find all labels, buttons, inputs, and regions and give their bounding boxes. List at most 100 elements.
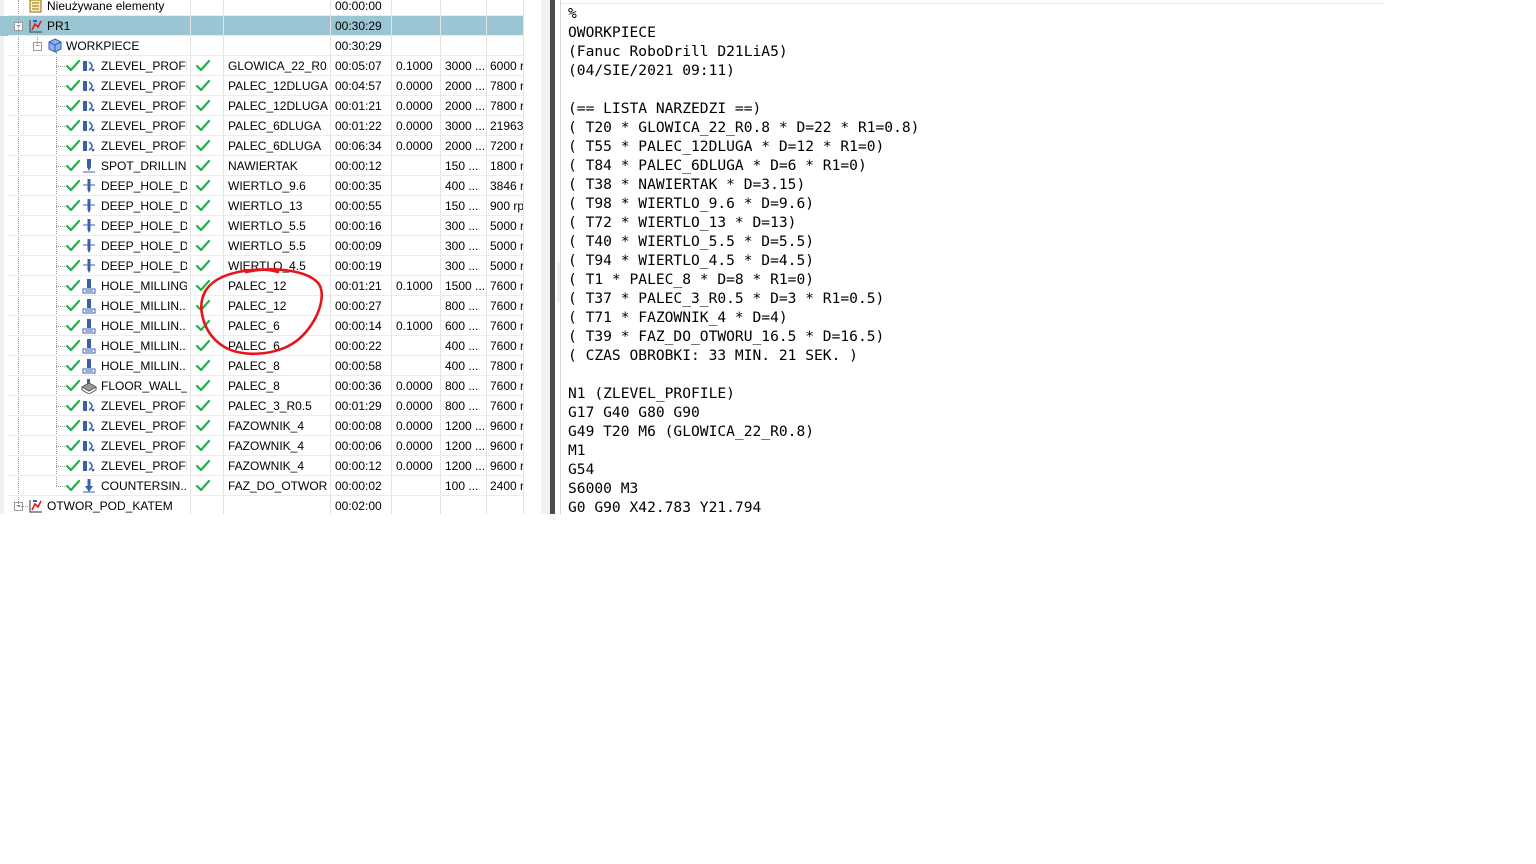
operation-time: 00:01:21 — [335, 279, 382, 293]
nc-code-viewer[interactable]: % OWORKPIECE (Fanuc RoboDrill D21LiA5) (… — [560, 0, 1383, 514]
tree-row-workpiece[interactable]: − WORKPIECE 00:30:29 — [0, 36, 524, 56]
code-line: (04/SIE/2021 09:11) — [568, 62, 735, 79]
operation-time: 00:00:12 — [335, 459, 382, 473]
zlevel-profile-icon — [83, 141, 95, 152]
operation-row[interactable]: SPOT_DRILLING NAWIERTAK 00:00:12 150 ... 180… — [0, 156, 524, 176]
status-check-icon — [65, 439, 81, 452]
operation-row[interactable]: HOLE_MILLIN... PALEC_6 00:00:14 0.1000 600 .… — [0, 316, 524, 336]
operation-row[interactable]: ZLEVEL_PROFI... FAZOWNIK_4 00:00:08 0.0000 1… — [0, 416, 524, 436]
deep-hole-drilling-icon — [83, 259, 95, 273]
operation-row[interactable]: DEEP_HOLE_D... WIERTLO_4.5 00:00:19 300 ...… — [0, 256, 524, 276]
operation-row[interactable]: DEEP_HOLE_D... WIERTLO_5.5 00:00:09 300 ...… — [0, 236, 524, 256]
tree-row-program-otwor[interactable]: − OTWOR_POD_KATEM 00:02:00 — [0, 496, 524, 514]
operation-row[interactable]: ZLEVEL_PROFI... PALEC_6DLUGA 00:06:34 0.000… — [0, 136, 524, 156]
operation-feed: 800 ... — [445, 379, 479, 393]
operation-row[interactable]: HOLE_MILLING PALEC_12 00:01:21 0.1000 1500 .… — [0, 276, 524, 296]
tree-row-program-pr1[interactable]: − PR1 00:30:29 — [0, 16, 524, 36]
operation-row[interactable]: ZLEVEL_PROFI... GLOWICA_22_R0.8 00:05:07 0.… — [0, 56, 524, 76]
status-check-icon — [65, 259, 81, 272]
toolpath-ok-check-icon — [195, 199, 211, 212]
status-check-icon — [65, 379, 81, 392]
toolpath-ok-check-icon — [195, 399, 211, 412]
toolpath-ok-check-icon — [195, 119, 211, 132]
toolpath-ok-check-icon — [195, 159, 211, 172]
operation-stock: 0.1000 — [396, 279, 433, 293]
operation-speed: 2400 rp — [490, 479, 523, 493]
status-check-icon — [65, 279, 81, 292]
pane-splitter[interactable] — [541, 0, 563, 514]
operation-speed: 900 rp — [490, 199, 523, 213]
code-line: % — [568, 5, 577, 22]
operation-row[interactable]: ZLEVEL_PROFI... FAZOWNIK_4 00:00:06 0.0000 1… — [0, 436, 524, 456]
operation-time: 00:00:35 — [335, 179, 382, 193]
operation-name: ZLEVEL_PROFI... — [101, 419, 187, 433]
operation-name: DEEP_HOLE_D... — [101, 179, 187, 193]
operation-time: 00:01:21 — [335, 99, 382, 113]
operation-tool: NAWIERTAK — [228, 159, 298, 173]
code-line: (== LISTA NARZEDZI ==) — [568, 100, 762, 117]
operation-stock: 0.0000 — [396, 439, 433, 453]
operation-stock — [396, 256, 440, 276]
toolpath-ok-check-icon — [195, 359, 211, 372]
operation-speed: 5000 rp — [490, 259, 523, 273]
folder-list-icon — [29, 0, 42, 13]
operation-speed: 3846 rp — [490, 179, 523, 193]
operation-name: HOLE_MILLIN... — [101, 339, 187, 353]
operation-row[interactable]: ZLEVEL_PROFI... PALEC_12DLUGA 00:04:57 0.00… — [0, 76, 524, 96]
operation-speed: 5000 rp — [490, 239, 523, 253]
operation-tool: PALEC_6 — [228, 319, 280, 333]
deep-hole-drilling-icon — [83, 199, 95, 213]
operation-name: ZLEVEL_PROFI... — [101, 399, 187, 413]
operation-time: 00:05:07 — [335, 59, 382, 73]
operation-row[interactable]: FLOOR_WALL_2 PALEC_8 00:00:36 0.0000 800 ...… — [0, 376, 524, 396]
operation-time: 00:04:57 — [335, 79, 382, 93]
operation-row[interactable]: ZLEVEL_PROFI... PALEC_3_R0.5 00:01:29 0.000… — [0, 396, 524, 416]
operation-stock: 0.0000 — [396, 99, 433, 113]
operation-speed: 21963 — [490, 119, 523, 133]
program-name: PR1 — [47, 19, 71, 33]
operation-speed: 9600 rp — [490, 439, 523, 453]
operation-feed: 150 ... — [445, 159, 479, 173]
toolpath-ok-check-icon — [195, 439, 211, 452]
operation-speed: 6000 rp — [490, 59, 523, 73]
operation-row[interactable]: DEEP_HOLE_D... WIERTLO_9.6 00:00:35 400 ...… — [0, 176, 524, 196]
operation-time: 00:00:22 — [335, 339, 382, 353]
operation-stock — [396, 236, 440, 256]
status-check-icon — [65, 319, 81, 332]
zlevel-profile-icon — [83, 61, 95, 72]
operation-row[interactable]: HOLE_MILLIN... PALEC_6 00:00:22 400 ... 7600… — [0, 336, 524, 356]
operation-row[interactable]: COUNTERSIN... FAZ_DO_OTWOR... 00:00:02 100 … — [0, 476, 524, 496]
hole-milling-icon — [82, 279, 96, 294]
operation-name: HOLE_MILLIN... — [101, 299, 187, 313]
operation-tool: PALEC_12DLUGA — [228, 79, 328, 93]
operation-row[interactable]: ZLEVEL_PROFI... PALEC_6DLUGA 00:01:22 0.000… — [0, 116, 524, 136]
toolpath-ok-check-icon — [195, 459, 211, 472]
status-check-icon — [65, 359, 81, 372]
operation-row[interactable]: DEEP_HOLE_D... WIERTLO_5.5 00:00:16 300 ...… — [0, 216, 524, 236]
zlevel-profile-icon — [83, 441, 95, 452]
operation-name: ZLEVEL_PROFI... — [101, 119, 187, 133]
hole-milling-icon — [82, 359, 96, 374]
operation-row[interactable]: ZLEVEL_PROFI... PALEC_12DLUGA 00:01:21 0.00… — [0, 96, 524, 116]
operation-tool: WIERTLO_5.5 — [228, 239, 306, 253]
toolpath-ok-check-icon — [195, 139, 211, 152]
operation-speed: 5000 rp — [490, 219, 523, 233]
status-check-icon — [65, 299, 81, 312]
operation-feed: 2000 ... — [445, 79, 485, 93]
operation-row[interactable]: HOLE_MILLIN... PALEC_12 00:00:27 800 ... 760… — [0, 296, 524, 316]
operation-feed: 300 ... — [445, 239, 479, 253]
status-check-icon — [65, 179, 81, 192]
operation-row[interactable]: ZLEVEL_PROFI... FAZOWNIK_4 00:00:12 0.0000 1… — [0, 456, 524, 476]
operation-row[interactable]: DEEP_HOLE_D... WIERTLO_13 00:00:55 150 ... 9… — [0, 196, 524, 216]
operation-feed: 1500 ... — [445, 279, 485, 293]
toolpath-ok-check-icon — [195, 419, 211, 432]
operation-row[interactable]: HOLE_MILLIN... PALEC_8 00:00:58 400 ... 7800… — [0, 356, 524, 376]
operation-name: HOLE_MILLIN... — [101, 359, 187, 373]
tree-row-unused[interactable]: Nieużywane elementy 00:00:00 — [0, 0, 524, 16]
hole-milling-icon — [82, 339, 96, 354]
operation-navigator: Nieużywane elementy 00:00:00 − PR1 00:30… — [0, 0, 524, 514]
toolpath-ok-check-icon — [195, 299, 211, 312]
code-line: ( T20 * GLOWICA_22_R0.8 * D=22 * R1=0.8) — [568, 119, 920, 136]
operation-name: HOLE_MILLING — [101, 279, 187, 293]
operation-time: 00:00:55 — [335, 199, 382, 213]
